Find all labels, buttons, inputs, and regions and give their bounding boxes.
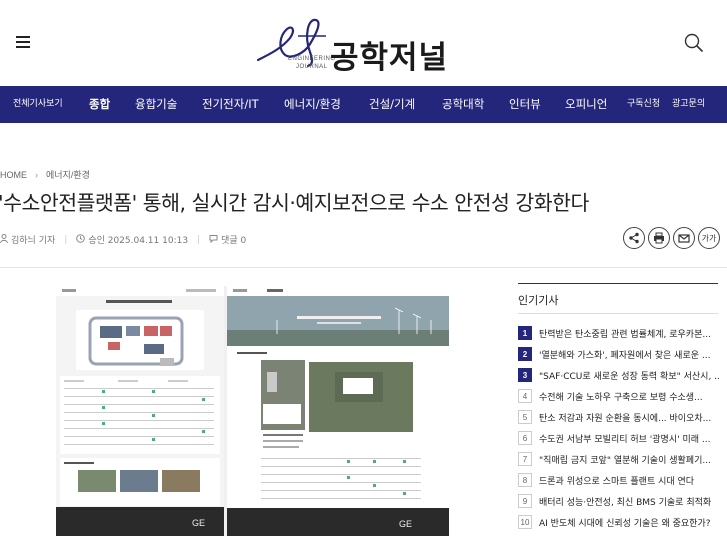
popular-item[interactable]: 4 수전해 기술 노하우 구축으로 보령 수소생... xyxy=(518,388,723,404)
popular-title[interactable]: "SAF·CCU로 새로운 성장 동력 확보" 서산시, ... xyxy=(539,369,719,382)
popular-rank: 8 xyxy=(518,473,532,487)
menu-icon[interactable] xyxy=(16,36,30,48)
site-header: ENGINEERING JOURNAL 공학저널 xyxy=(0,0,727,86)
popular-item[interactable]: 8 드론과 위성으로 스마트 플랜트 시대 연다 xyxy=(518,472,723,488)
article-author[interactable]: 김하늬 기자 xyxy=(11,233,55,246)
logo-subtext-1: ENGINEERING xyxy=(288,56,336,62)
popular-item[interactable]: 1 탄력받은 탄소중립 관련 법률체계, 로우카본... xyxy=(518,325,723,341)
popular-rank: 7 xyxy=(518,452,532,466)
popular-heading-rule xyxy=(518,313,718,314)
popular-rank: 1 xyxy=(518,326,532,340)
popular-item[interactable]: 10 AI 반도체 시대에 신뢰성 기술은 왜 중요한가? xyxy=(518,514,723,530)
nav-item-general[interactable]: 종합 xyxy=(89,86,110,123)
popular-item[interactable]: 7 "직매립 금지 코앞" 열분해 기술이 생활폐기... xyxy=(518,451,723,467)
comment-icon xyxy=(209,234,218,246)
popular-rank: 5 xyxy=(518,410,532,424)
popular-top-rule xyxy=(518,283,718,284)
image-panel-right: GE xyxy=(227,286,449,536)
svg-text:GE: GE xyxy=(192,518,205,528)
popular-item[interactable]: 3 "SAF·CCU로 새로운 성장 동력 확보" 서산시, ... xyxy=(518,367,723,383)
share-toolbar: 가가 xyxy=(623,227,720,249)
popular-rank: 4 xyxy=(518,389,532,403)
nav-item-all-articles[interactable]: 전체기사보기 xyxy=(13,86,63,123)
article-image: GE GE xyxy=(56,286,449,536)
svg-text:GE: GE xyxy=(399,519,412,529)
user-icon xyxy=(0,233,8,246)
clock-icon xyxy=(76,233,86,246)
article-approved-date: 승인 2025.04.11 10:13 xyxy=(88,236,189,246)
popular-item[interactable]: 2 '열분해와 가스화', 폐자원에서 찾은 새로운 ... xyxy=(518,346,723,362)
nav-item-eng-college[interactable]: 공학대학 xyxy=(442,86,484,123)
popular-title[interactable]: '열분해와 가스화', 폐자원에서 찾은 새로운 ... xyxy=(539,348,719,361)
breadcrumb-home[interactable]: HOME xyxy=(0,170,27,180)
popular-rank: 10 xyxy=(518,515,532,529)
popular-title[interactable]: 수전해 기술 노하우 구축으로 보령 수소생... xyxy=(539,390,719,403)
breadcrumb-section[interactable]: 에너지/환경 xyxy=(46,168,90,181)
nav-item-opinion[interactable]: 오피니언 xyxy=(565,86,607,123)
popular-rank: 9 xyxy=(518,494,532,508)
popular-title[interactable]: 드론과 위성으로 스마트 플랜트 시대 연다 xyxy=(539,474,719,487)
popular-title[interactable]: 탄소 저감과 자원 순환을 동시에... 바이오차... xyxy=(539,411,719,424)
main-nav: 전체기사보기 종합 융합기술 전기전자/IT 에너지/환경 건설/기계 공학대학… xyxy=(0,86,727,123)
logo-wordmark: 공학저널 xyxy=(330,40,449,76)
nav-item-convergence[interactable]: 융합기술 xyxy=(135,86,177,123)
meta-divider: | xyxy=(64,234,68,245)
nav-item-energy-env[interactable]: 에너지/환경 xyxy=(284,86,341,123)
logo-subtext-2: JOURNAL xyxy=(296,64,328,70)
popular-title[interactable]: 수도권 서남부 모빌리티 허브 '광명시' 미래 ... xyxy=(539,432,719,445)
header-divider xyxy=(0,267,727,268)
article-title: '수소안전플랫폼' 통해, 실시간 감시·예지보전으로 수소 안전성 강화한다 xyxy=(0,191,589,215)
popular-title[interactable]: AI 반도체 시대에 신뢰성 기술은 왜 중요한가? xyxy=(539,516,719,529)
popular-item[interactable]: 9 배터리 성능·안전성, 최신 BMS 기술로 최적화 xyxy=(518,493,723,509)
nav-item-subscribe[interactable]: 구독신청 xyxy=(627,86,660,123)
nav-item-interview[interactable]: 인터뷰 xyxy=(509,86,541,123)
popular-item[interactable]: 5 탄소 저감과 자원 순환을 동시에... 바이오차... xyxy=(518,409,723,425)
image-panel-left: GE xyxy=(56,286,224,536)
print-icon[interactable] xyxy=(648,227,670,249)
email-icon[interactable] xyxy=(673,227,695,249)
popular-heading: 인기기사 xyxy=(518,294,559,307)
site-logo[interactable]: ENGINEERING JOURNAL 공학저널 xyxy=(252,14,472,76)
breadcrumb: HOME › 에너지/환경 xyxy=(0,168,90,181)
nav-item-electronics-it[interactable]: 전기전자/IT xyxy=(202,86,259,123)
font-size-button[interactable]: 가가 xyxy=(698,227,720,249)
popular-title[interactable]: 탄력받은 탄소중립 관련 법률체계, 로우카본... xyxy=(539,327,719,340)
article-meta: 김하늬 기자 | 승인 2025.04.11 10:13 | 댓글 0 xyxy=(0,233,246,246)
popular-title[interactable]: 배터리 성능·안전성, 최신 BMS 기술로 최적화 xyxy=(539,495,719,508)
nav-item-construction[interactable]: 건설/기계 xyxy=(369,86,415,123)
popular-item[interactable]: 6 수도권 서남부 모빌리티 허브 '광명시' 미래 ... xyxy=(518,430,723,446)
share-icon[interactable] xyxy=(623,227,645,249)
chevron-right-icon: › xyxy=(35,169,38,180)
popular-title[interactable]: "직매립 금지 코앞" 열분해 기술이 생활폐기... xyxy=(539,453,719,466)
popular-rank: 3 xyxy=(518,368,532,382)
search-icon[interactable] xyxy=(684,33,704,53)
meta-divider: | xyxy=(197,234,201,245)
nav-item-ad-inquiry[interactable]: 광고문의 xyxy=(672,86,705,123)
popular-rank: 2 xyxy=(518,347,532,361)
article-comment-count[interactable]: 댓글 0 xyxy=(221,233,246,246)
popular-rank: 6 xyxy=(518,431,532,445)
